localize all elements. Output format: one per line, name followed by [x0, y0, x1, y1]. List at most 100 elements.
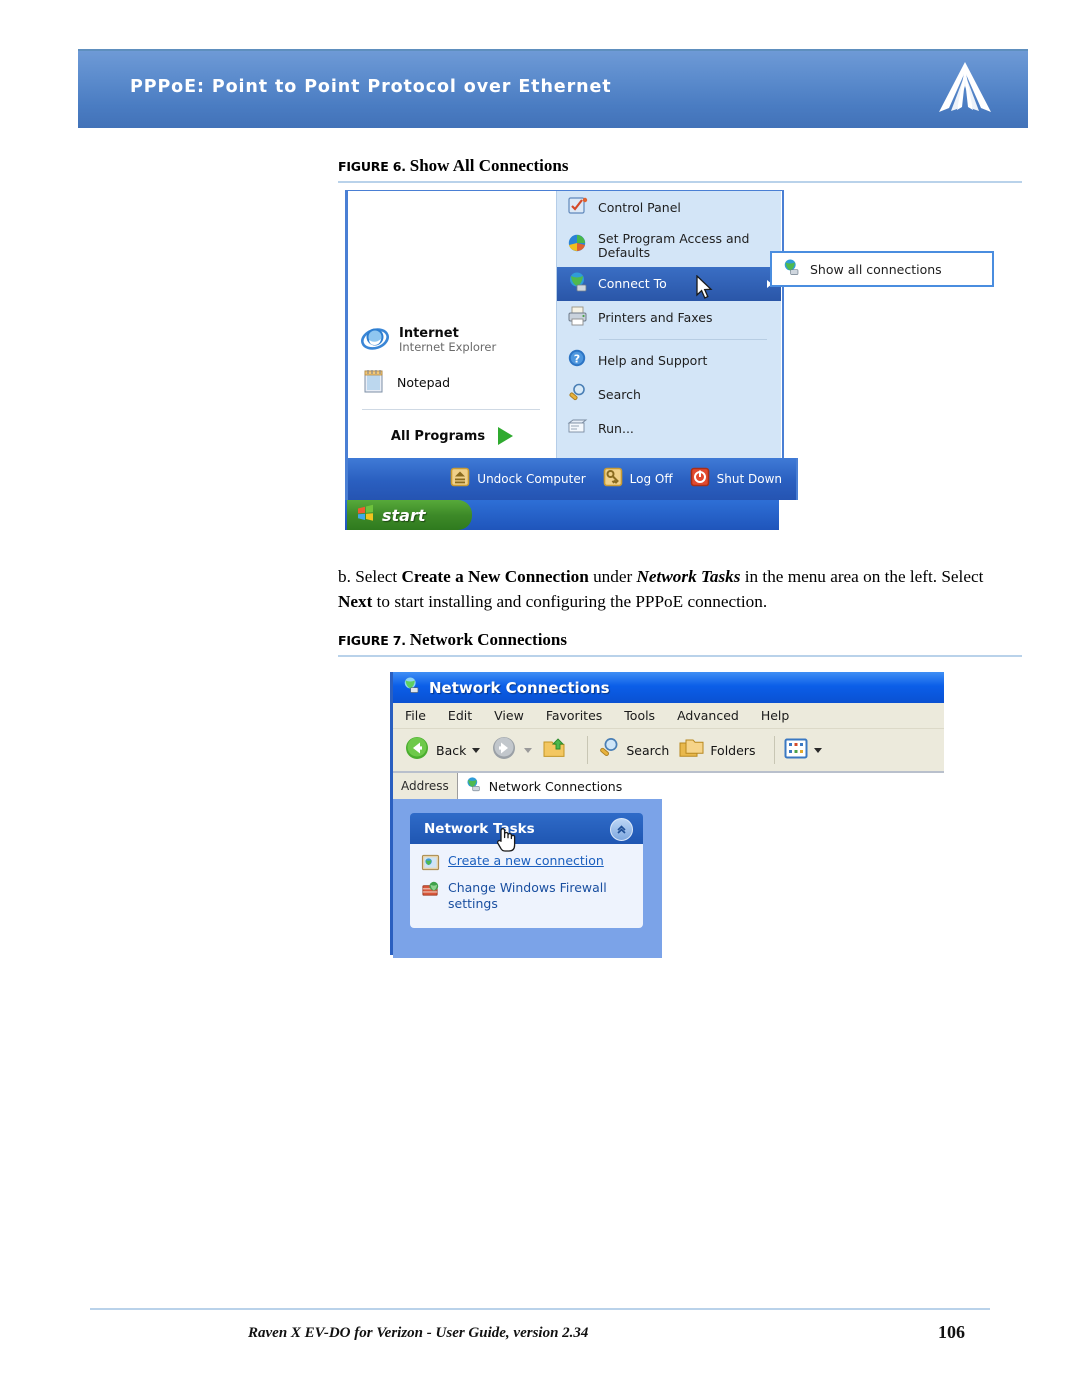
network-tasks-panel: Network Tasks Create a new connection Ch… — [410, 813, 643, 928]
network-connections-globe-icon — [402, 676, 421, 699]
figure6-caption-text: Show All Connections — [409, 156, 569, 175]
start-menu-item-printers-and-faxes[interactable]: Printers and Faxes — [557, 301, 781, 335]
start-menu-item-control-panel[interactable]: Control Panel — [557, 191, 781, 225]
paragraph-b: b. Select Create a New Connection under … — [338, 564, 1022, 614]
all-programs-label: All Programs — [390, 428, 486, 444]
back-button[interactable]: Back — [403, 734, 481, 766]
search-label: Search — [598, 387, 641, 402]
page-header-band: PPPoE: Point to Point Protocol over Ethe… — [78, 49, 1028, 128]
task-sidebar: Network Tasks Create a new connection Ch… — [393, 799, 662, 958]
printer-icon — [567, 305, 589, 331]
figure7-caption: FIGURE 7. Network Connections — [338, 630, 1022, 657]
figure7-network-connections-screenshot: Network Connections File Edit View Favor… — [390, 672, 944, 958]
menu-item-view[interactable]: View — [494, 708, 524, 723]
toolbar: Back Search Folders — [393, 729, 944, 773]
back-label: Back — [436, 742, 467, 758]
start-menu-item-run[interactable]: Run... — [557, 412, 781, 446]
back-dropdown-caret-icon[interactable] — [472, 747, 481, 753]
run-icon — [567, 416, 589, 442]
start-menu-internet-title: Internet — [399, 325, 459, 341]
start-menu-item-search[interactable]: Search — [557, 378, 781, 412]
help-question-icon: ? — [567, 348, 589, 374]
search-label: Search — [626, 742, 670, 758]
views-button[interactable] — [784, 738, 823, 763]
run-label: Run... — [598, 421, 634, 436]
figure7-caption-rule — [338, 655, 1022, 657]
paragraph-b-bold2: Next — [338, 592, 373, 611]
menu-item-favorites[interactable]: Favorites — [546, 708, 602, 723]
address-label: Address — [401, 779, 449, 793]
start-menu-footer: Undock Computer Log Off Shut Down — [345, 458, 798, 500]
start-button[interactable]: start — [347, 500, 472, 530]
forward-button[interactable] — [490, 734, 533, 766]
new-connection-icon — [421, 853, 440, 876]
task-create-new-connection[interactable]: Create a new connection — [421, 853, 633, 876]
views-dropdown-caret-icon[interactable] — [814, 747, 823, 753]
menu-item-tools[interactable]: Tools — [624, 708, 655, 723]
paragraph-b-seg3: in the menu area on the left. Select — [740, 567, 984, 586]
figure7-caption-text: Network Connections — [409, 630, 568, 649]
undock-computer-label: Undock Computer — [477, 472, 586, 486]
create-new-connection-label: Create a new connection — [448, 853, 604, 868]
menu-bar: File Edit View Favorites Tools Advanced … — [393, 703, 944, 729]
menu-item-help[interactable]: Help — [761, 708, 790, 723]
green-arrow-icon — [498, 427, 514, 445]
shut-down-button[interactable]: Shut Down — [689, 466, 782, 492]
start-menu-item-set-program-access[interactable]: Set Program Access and Defaults — [557, 225, 781, 267]
start-menu-item-help-and-support[interactable]: ? Help and Support — [557, 344, 781, 378]
start-menu-item-internet[interactable]: Internet Internet Explorer — [348, 317, 556, 363]
paragraph-b-seg4: to start installing and configuring the … — [372, 592, 768, 611]
connect-to-label: Connect To — [598, 276, 667, 291]
folders-button[interactable]: Folders — [679, 736, 755, 764]
search-button[interactable]: Search — [597, 736, 669, 764]
sierra-wireless-triangle-logo-icon — [934, 60, 996, 118]
folders-icon — [679, 736, 705, 764]
up-one-level-button[interactable] — [542, 736, 568, 764]
control-panel-icon — [567, 195, 589, 221]
toolbar-divider — [587, 736, 589, 764]
start-menu-item-notepad[interactable]: Notepad — [348, 363, 556, 403]
window-title: Network Connections — [429, 678, 610, 697]
footer-rule — [90, 1308, 990, 1310]
log-off-label: Log Off — [629, 472, 673, 486]
start-menu-item-connect-to[interactable]: Connect To — [557, 267, 781, 301]
address-input[interactable]: Network Connections — [456, 773, 944, 799]
undock-computer-button[interactable]: Undock Computer — [449, 466, 586, 492]
forward-arrow-icon — [490, 734, 518, 766]
paragraph-b-seg1: b. Select — [338, 567, 402, 586]
chevron-up-icon[interactable] — [610, 818, 633, 841]
network-connections-globe-icon — [782, 258, 801, 281]
shut-down-label: Shut Down — [716, 472, 782, 486]
log-off-button[interactable]: Log Off — [602, 466, 673, 492]
window-client-area: Network Tasks Create a new connection Ch… — [393, 799, 944, 958]
paragraph-b-seg2: under — [588, 567, 637, 586]
back-arrow-icon — [403, 734, 431, 766]
network-tasks-header[interactable]: Network Tasks — [410, 813, 643, 844]
figure6-start-menu-screenshot: Internet Internet Explorer Notepad All P… — [345, 190, 798, 530]
task-change-firewall-settings[interactable]: Change Windows Firewall settings — [421, 880, 633, 912]
figure7-caption-prefix: FIGURE 7. — [338, 633, 406, 648]
figure6-caption-prefix: FIGURE 6. — [338, 159, 406, 174]
show-all-connections-submenu[interactable]: Show all connections — [770, 251, 994, 287]
page-title: PPPoE: Point to Point Protocol over Ethe… — [130, 77, 612, 97]
forward-dropdown-caret-icon[interactable] — [524, 747, 533, 753]
start-menu-right-separator — [599, 339, 767, 340]
show-all-connections-label: Show all connections — [810, 261, 942, 277]
log-off-key-icon — [602, 466, 624, 492]
figure6-caption-rule — [338, 181, 1022, 183]
start-menu-all-programs[interactable]: All Programs — [348, 427, 556, 445]
start-menu-notepad-title: Notepad — [397, 375, 451, 390]
menu-item-edit[interactable]: Edit — [448, 708, 472, 723]
network-tasks-body: Create a new connection Change Windows F… — [410, 844, 643, 928]
start-menu-body: Internet Internet Explorer Notepad All P… — [345, 190, 784, 459]
menu-item-file[interactable]: File — [405, 708, 426, 723]
control-panel-label: Control Panel — [598, 200, 681, 215]
address-bar: Address Network Connections — [393, 773, 944, 799]
search-magnifier-icon — [597, 736, 621, 764]
notepad-icon — [360, 367, 388, 399]
menu-item-advanced[interactable]: Advanced — [677, 708, 739, 723]
network-tasks-title: Network Tasks — [424, 820, 535, 837]
network-connections-globe-icon — [465, 776, 482, 797]
folders-label: Folders — [710, 742, 756, 758]
toolbar-divider-2 — [774, 736, 776, 764]
